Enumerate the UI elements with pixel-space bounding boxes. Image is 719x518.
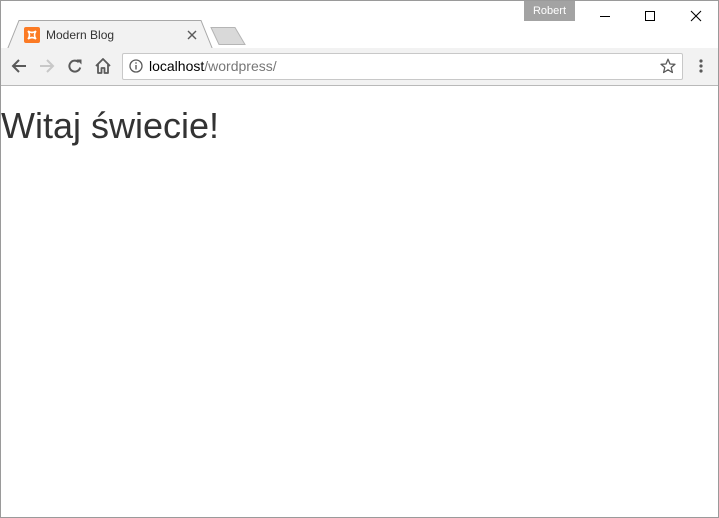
- page-heading: Witaj świecie!: [1, 105, 220, 146]
- kebab-menu-icon: [699, 59, 703, 73]
- new-tab-button[interactable]: [209, 27, 247, 45]
- tab-close-button[interactable]: [185, 28, 199, 42]
- url-text[interactable]: localhost/wordpress/: [149, 58, 277, 75]
- profile-badge[interactable]: Robert: [524, 1, 575, 21]
- url-path: /wordpress/: [204, 58, 277, 74]
- minimize-button[interactable]: [582, 1, 628, 31]
- xampp-favicon-icon: [24, 27, 40, 43]
- forward-button[interactable]: [35, 54, 59, 78]
- arrow-left-icon: [11, 59, 26, 73]
- menu-button[interactable]: [689, 54, 713, 78]
- browser-window: Robert Modern Blog localhost/wordpress/ …: [0, 0, 719, 518]
- maximize-icon: [645, 11, 655, 21]
- star-icon[interactable]: [660, 58, 676, 74]
- home-button[interactable]: [91, 54, 115, 78]
- page-content: Witaj świecie!: [1, 86, 718, 517]
- close-window-button[interactable]: [673, 1, 718, 31]
- tab-modern-blog[interactable]: Modern Blog: [7, 20, 213, 49]
- address-bar[interactable]: localhost/wordpress/: [122, 53, 683, 80]
- maximize-button[interactable]: [627, 1, 673, 31]
- reload-button[interactable]: [63, 54, 87, 78]
- arrow-right-icon: [40, 59, 55, 73]
- home-icon: [95, 58, 111, 74]
- url-host: localhost: [149, 58, 205, 74]
- minimize-icon: [600, 16, 610, 17]
- toolbar: localhost/wordpress/: [1, 48, 718, 86]
- close-icon: [187, 30, 197, 40]
- tab-title: Modern Blog: [46, 28, 115, 42]
- new-tab-icon: [210, 27, 246, 45]
- info-icon[interactable]: [129, 59, 143, 73]
- back-button[interactable]: [7, 54, 31, 78]
- title-bar: Robert Modern Blog: [1, 1, 718, 49]
- close-icon: [690, 10, 702, 22]
- reload-icon: [68, 59, 82, 73]
